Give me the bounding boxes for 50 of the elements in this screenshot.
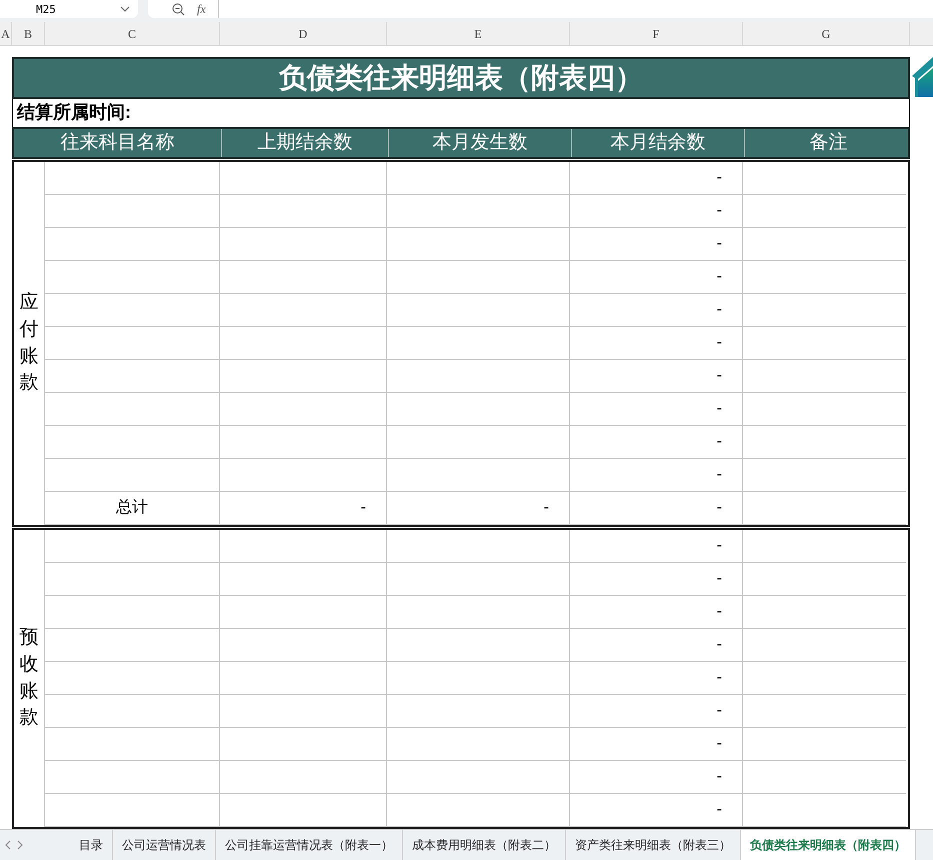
home-icon[interactable] — [910, 57, 933, 97]
sheet-tab[interactable]: 负债类往来明细表（附表四） — [741, 830, 916, 860]
table-cell: - — [570, 228, 743, 261]
column-header[interactable]: E — [474, 24, 482, 42]
table-cell: - — [570, 360, 743, 393]
sheet-tab[interactable]: 公司挂靠运营情况表（附表一） — [216, 830, 403, 860]
table-cell: 总计 — [45, 492, 220, 525]
column-title: 备注 — [810, 130, 848, 154]
table-cell: - — [570, 629, 743, 662]
table-cell: - — [570, 426, 743, 459]
table-cell: - — [570, 794, 743, 827]
table-cell: - — [570, 459, 743, 492]
sheet-tab[interactable]: 公司运营情况表 — [113, 830, 216, 860]
dropdown-icon — [120, 6, 130, 12]
column-header[interactable]: A — [1, 24, 10, 42]
section-label: 应付账款 — [20, 291, 38, 396]
next-sheet-icon[interactable] — [16, 840, 24, 850]
column-title: 本月发生数 — [432, 130, 528, 154]
column-header[interactable]: C — [128, 24, 136, 42]
table-cell: - — [570, 327, 743, 360]
table-cell: - — [570, 492, 743, 525]
table-cell: - — [570, 563, 743, 596]
column-title: 上期结余数 — [258, 130, 352, 154]
sheet-tab[interactable]: 目录 — [70, 830, 113, 860]
table-cell: - — [220, 492, 387, 525]
name-box[interactable]: M25 — [0, 0, 138, 18]
table-cell: - — [570, 662, 743, 695]
table-cell: - — [570, 695, 743, 728]
period-label: 结算所属时间: — [17, 101, 131, 124]
column-header[interactable]: B — [24, 24, 32, 42]
column-header[interactable]: G — [822, 24, 830, 42]
table-cell: - — [570, 530, 743, 563]
table-cell: - — [570, 393, 743, 426]
table-cell: - — [570, 761, 743, 794]
table-cell: - — [570, 261, 743, 294]
column-header[interactable]: D — [298, 24, 308, 42]
column-title: 本月结余数 — [610, 130, 706, 154]
table-cell: - — [570, 728, 743, 761]
table-cell: - — [570, 195, 743, 228]
table-cell: - — [387, 492, 570, 525]
sheet-tab[interactable]: 成本费用明细表（附表二） — [403, 830, 566, 860]
section-label: 预收账款 — [20, 626, 38, 730]
title-bar: 负债类往来明细表（附表四） — [12, 57, 910, 99]
column-header[interactable]: F — [652, 24, 660, 42]
zoom-icon[interactable] — [172, 2, 185, 16]
previous-sheet-icon[interactable] — [4, 840, 12, 850]
table-cell: - — [570, 162, 743, 195]
column-title: 往来科目名称 — [60, 130, 174, 154]
table-cell: - — [570, 596, 743, 629]
table-cell: - — [570, 294, 743, 327]
